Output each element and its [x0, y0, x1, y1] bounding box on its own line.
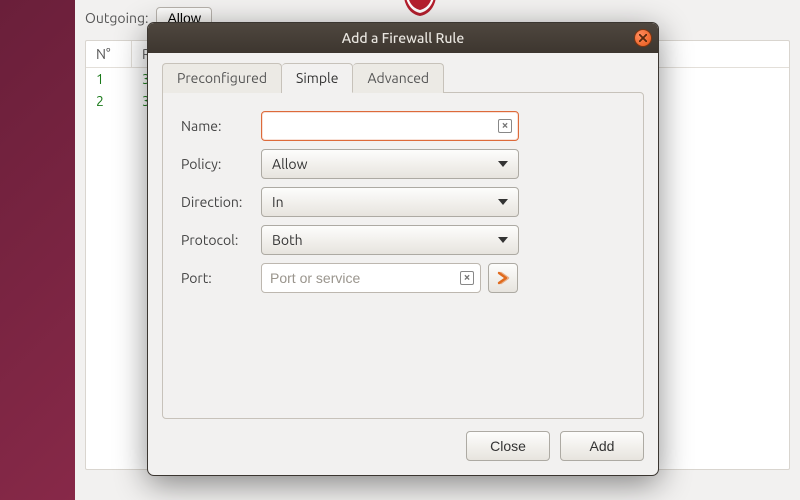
tabstrip: Preconfigured Simple Advanced	[162, 63, 644, 93]
port-label: Port:	[181, 270, 261, 286]
protocol-label: Protocol:	[181, 232, 261, 248]
tab-preconfigured[interactable]: Preconfigured	[162, 63, 282, 93]
protocol-value: Both	[272, 232, 303, 248]
policy-select[interactable]: Allow	[261, 149, 519, 179]
chevron-down-icon	[498, 161, 508, 167]
chevron-down-icon	[498, 199, 508, 205]
name-input[interactable]	[261, 111, 519, 141]
close-button[interactable]: Close	[466, 431, 550, 461]
shield-icon	[401, 0, 439, 16]
add-rule-dialog: Add a Firewall Rule Preconfigured Simple…	[147, 22, 659, 476]
tabpanel-simple: Name: Policy: Allow Direction: In	[162, 92, 644, 419]
arrow-right-icon	[496, 271, 510, 285]
tab-advanced[interactable]: Advanced	[353, 63, 444, 93]
chevron-down-icon	[498, 237, 508, 243]
direction-label: Direction:	[181, 194, 261, 210]
col-number[interactable]: N°	[86, 41, 132, 67]
direction-select[interactable]: In	[261, 187, 519, 217]
policy-value: Allow	[272, 156, 307, 172]
add-button[interactable]: Add	[560, 431, 644, 461]
direction-value: In	[272, 194, 284, 210]
port-lookup-button[interactable]	[488, 263, 518, 293]
dialog-titlebar[interactable]: Add a Firewall Rule	[148, 23, 658, 53]
protocol-select[interactable]: Both	[261, 225, 519, 255]
tab-simple[interactable]: Simple	[282, 63, 353, 93]
outgoing-label: Outgoing:	[85, 10, 148, 26]
policy-label: Policy:	[181, 156, 261, 172]
port-input[interactable]	[261, 263, 481, 293]
name-label: Name:	[181, 118, 261, 134]
close-icon[interactable]	[634, 29, 652, 47]
dialog-title: Add a Firewall Rule	[342, 30, 464, 46]
